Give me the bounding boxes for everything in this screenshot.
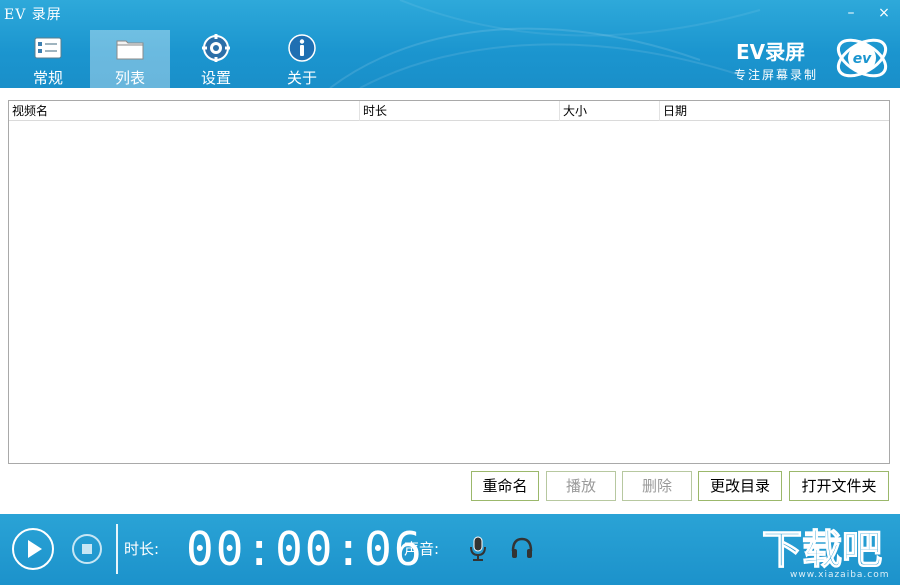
minimize-button[interactable]: – [840, 2, 862, 24]
tab-about-label: 关于 [262, 67, 342, 88]
tab-list-label: 列表 [90, 67, 170, 88]
brand-slogan: 专注屏幕录制 [734, 66, 818, 83]
tab-general[interactable]: 常规 [8, 30, 88, 88]
tab-about[interactable]: 关于 [262, 30, 342, 88]
gear-icon [200, 32, 232, 64]
brand-area: EV录屏 专注屏幕录制 ev [728, 30, 898, 86]
column-header-date[interactable]: 日期 [660, 101, 889, 121]
control-divider [116, 524, 118, 574]
record-stop-button[interactable] [72, 534, 102, 564]
sound-label: 声音: [404, 538, 439, 559]
header-bar: EV 录屏 – × 常规 列表 [0, 0, 900, 88]
logo-text: ev [853, 51, 872, 67]
open-folder-button[interactable]: 打开文件夹 [789, 471, 889, 501]
table-header: 视频名 时长 大小 日期 [9, 101, 889, 121]
delete-button[interactable]: 删除 [622, 471, 692, 501]
video-list-table[interactable]: 视频名 时长 大小 日期 [8, 100, 890, 464]
tab-list[interactable]: 列表 [90, 30, 170, 88]
change-directory-button[interactable]: 更改目录 [698, 471, 782, 501]
folder-icon [114, 32, 146, 64]
watermark-text: 下载吧 [762, 527, 882, 573]
watermark-url: www.xiazaiba.com [790, 570, 890, 580]
info-icon [286, 32, 318, 64]
tab-settings-label: 设置 [176, 67, 256, 88]
play-icon [14, 530, 52, 568]
column-header-size[interactable]: 大小 [560, 101, 660, 121]
general-icon [32, 32, 64, 64]
ev-logo-icon: ev [832, 30, 892, 86]
tab-general-label: 常规 [8, 67, 88, 88]
duration-label: 时长: [124, 538, 159, 559]
play-video-button[interactable]: 播放 [546, 471, 616, 501]
tab-settings[interactable]: 设置 [176, 30, 256, 88]
rename-button[interactable]: 重命名 [471, 471, 539, 501]
brand-name: EV录屏 [736, 36, 805, 65]
stop-icon [74, 536, 100, 562]
column-header-name[interactable]: 视频名 [9, 101, 360, 121]
recording-timer: 00:00:06 [186, 520, 424, 578]
window-title: EV 录屏 [4, 4, 62, 24]
headphone-icon[interactable] [510, 536, 534, 560]
record-start-button[interactable] [12, 528, 54, 570]
column-header-duration[interactable]: 时长 [360, 101, 560, 121]
close-button[interactable]: × [873, 2, 895, 24]
microphone-icon[interactable] [468, 536, 488, 562]
